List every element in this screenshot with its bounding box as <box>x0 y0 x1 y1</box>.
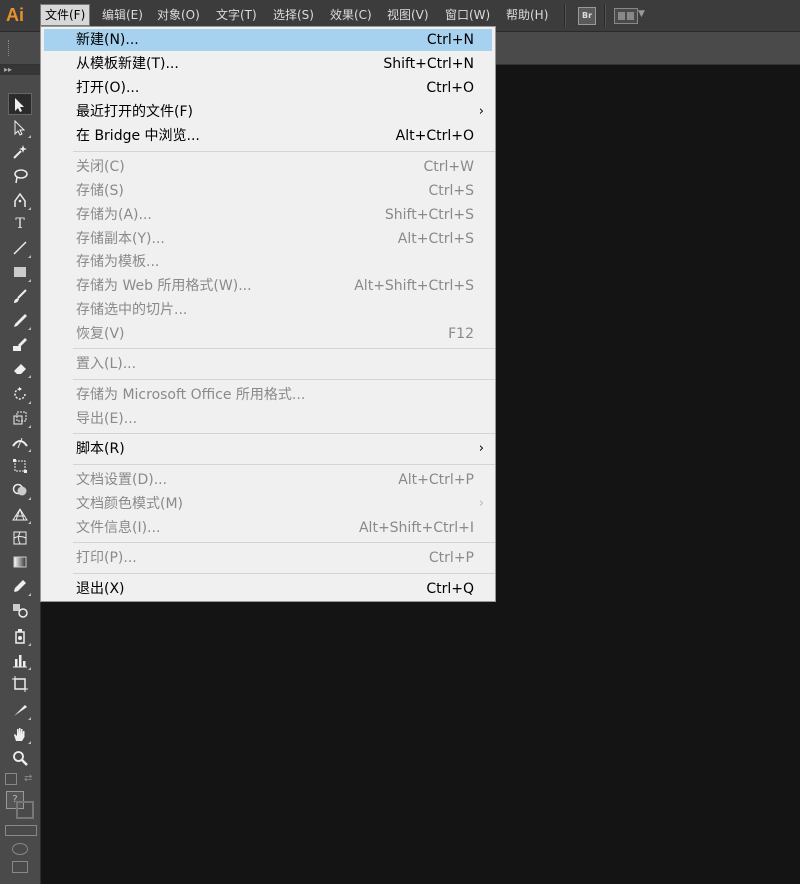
slice-tool-icon[interactable] <box>8 699 32 721</box>
menu-item-save[interactable]: 存储(S) Ctrl+S <box>44 180 492 202</box>
menu-type[interactable]: 文字(T) <box>212 5 261 25</box>
hand-tool-icon[interactable] <box>8 723 32 745</box>
menu-separator <box>73 542 495 543</box>
blend-tool-icon[interactable] <box>8 599 32 621</box>
menu-item-document-color-mode[interactable]: 文档颜色模式(M) › <box>44 493 492 515</box>
tools-panel: ▸▸ T ⇄ ? <box>0 65 41 884</box>
menu-edit[interactable]: 编辑(E) <box>98 5 147 25</box>
menubar-divider <box>604 4 606 27</box>
app-logo: Ai <box>6 5 24 25</box>
column-graph-tool-icon[interactable] <box>8 649 32 671</box>
panel-collapse-icon[interactable]: ▸▸ <box>0 65 40 75</box>
menu-item-save-selected-slices[interactable]: 存储选中的切片... <box>44 299 492 321</box>
menu-item-place[interactable]: 置入(L)... <box>44 353 492 375</box>
file-menu-dropdown: 新建(N)... Ctrl+N 从模板新建(T)... Shift+Ctrl+N… <box>40 26 496 602</box>
direct-selection-tool-icon[interactable] <box>8 117 32 139</box>
arrange-documents-icon[interactable] <box>614 8 638 24</box>
pen-tool-icon[interactable] <box>8 189 32 211</box>
magic-wand-tool-icon[interactable] <box>8 141 32 163</box>
menu-item-browse-in-bridge[interactable]: 在 Bridge 中浏览... Alt+Ctrl+O <box>44 125 492 147</box>
selection-tool-icon[interactable] <box>8 93 32 115</box>
menu-select[interactable]: 选择(S) <box>269 5 318 25</box>
menu-item-new-from-template[interactable]: 从模板新建(T)... Shift+Ctrl+N <box>44 53 492 75</box>
free-transform-tool-icon[interactable] <box>8 455 32 477</box>
menu-file[interactable]: 文件(F) <box>40 4 91 26</box>
menu-separator <box>73 433 495 434</box>
menubar-divider <box>564 4 566 27</box>
menu-item-revert[interactable]: 恢复(V) F12 <box>44 323 492 345</box>
chevron-right-icon: › <box>478 104 484 119</box>
menu-item-document-setup[interactable]: 文档设置(D)... Alt+Ctrl+P <box>44 469 492 491</box>
menu-item-save-as-template[interactable]: 存储为模板... <box>44 251 492 273</box>
default-colors-icon[interactable] <box>5 773 17 785</box>
menu-window[interactable]: 窗口(W) <box>441 5 494 25</box>
rotate-tool-icon[interactable] <box>8 383 32 405</box>
menu-item-save-as[interactable]: 存储为(A)... Shift+Ctrl+S <box>44 204 492 226</box>
width-tool-icon[interactable] <box>8 431 32 453</box>
menu-item-new[interactable]: 新建(N)... Ctrl+N <box>44 29 492 51</box>
menu-item-save-copy[interactable]: 存储副本(Y)... Alt+Ctrl+S <box>44 228 492 250</box>
eraser-tool-icon[interactable] <box>8 357 32 379</box>
gradient-tool-icon[interactable] <box>8 551 32 573</box>
menu-item-scripts[interactable]: 脚本(R) › <box>44 438 492 460</box>
drawing-mode-icon[interactable] <box>12 843 28 855</box>
perspective-grid-tool-icon[interactable] <box>8 503 32 525</box>
menu-item-open-recent[interactable]: 最近打开的文件(F) › <box>44 101 492 123</box>
menu-item-exit[interactable]: 退出(X) Ctrl+Q <box>44 578 492 600</box>
menu-item-save-for-office[interactable]: 存储为 Microsoft Office 所用格式... <box>44 384 492 406</box>
menu-help[interactable]: 帮助(H) <box>502 5 552 25</box>
scale-tool-icon[interactable] <box>8 407 32 429</box>
paintbrush-tool-icon[interactable] <box>8 285 32 307</box>
line-segment-tool-icon[interactable] <box>8 237 32 259</box>
mesh-tool-icon[interactable] <box>8 527 32 549</box>
type-tool-icon[interactable]: T <box>8 213 32 235</box>
menu-separator <box>73 464 495 465</box>
menu-item-export[interactable]: 导出(E)... <box>44 408 492 430</box>
bridge-button[interactable]: Br <box>578 7 596 25</box>
menu-separator <box>73 348 495 349</box>
shape-builder-tool-icon[interactable] <box>8 479 32 501</box>
menu-item-open[interactable]: 打开(O)... Ctrl+O <box>44 77 492 99</box>
chevron-right-icon: › <box>478 496 484 511</box>
menu-item-close[interactable]: 关闭(C) Ctrl+W <box>44 156 492 178</box>
menu-effect[interactable]: 效果(C) <box>326 5 376 25</box>
rectangle-tool-icon[interactable] <box>8 261 32 283</box>
panel-grip-icon[interactable] <box>8 40 11 56</box>
screen-mode-icon[interactable] <box>12 861 28 873</box>
menu-separator <box>73 379 495 380</box>
swap-colors-icon[interactable]: ⇄ <box>24 773 32 784</box>
artboard-tool-icon[interactable] <box>8 673 32 695</box>
lasso-tool-icon[interactable] <box>8 165 32 187</box>
menu-separator <box>73 573 495 574</box>
chevron-down-icon[interactable]: ▼ <box>638 9 645 19</box>
zoom-tool-icon[interactable] <box>8 747 32 769</box>
blob-brush-tool-icon[interactable] <box>8 333 32 355</box>
eyedropper-tool-icon[interactable] <box>8 575 32 597</box>
menu-item-file-info[interactable]: 文件信息(I)... Alt+Shift+Ctrl+I <box>44 517 492 539</box>
menu-object[interactable]: 对象(O) <box>153 5 204 25</box>
pencil-tool-icon[interactable] <box>8 309 32 331</box>
menu-item-print[interactable]: 打印(P)... Ctrl+P <box>44 547 492 569</box>
symbol-sprayer-tool-icon[interactable] <box>8 625 32 647</box>
stroke-swatch-icon[interactable] <box>16 801 34 819</box>
menu-item-save-for-web[interactable]: 存储为 Web 所用格式(W)... Alt+Shift+Ctrl+S <box>44 275 492 297</box>
menu-separator <box>73 151 495 152</box>
color-mode-icon[interactable] <box>5 825 37 836</box>
menu-view[interactable]: 视图(V) <box>383 5 433 25</box>
chevron-right-icon: › <box>478 441 484 456</box>
